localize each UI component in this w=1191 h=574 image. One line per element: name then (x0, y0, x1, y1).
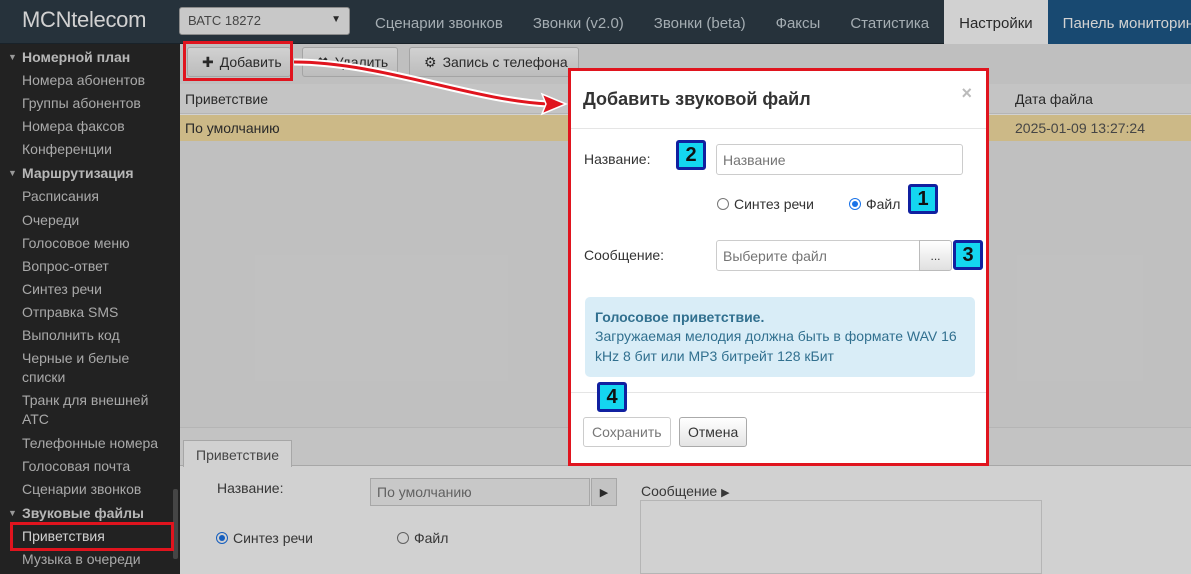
cancel-button[interactable]: Отмена (679, 417, 748, 447)
radio-file[interactable]: Файл (849, 196, 900, 212)
dialog-header-divider (571, 128, 986, 129)
radio-file-label: Файл (866, 196, 901, 212)
save-button[interactable]: Сохранить (583, 417, 671, 447)
info-alert: Голосовое приветствие. Загружаемая мелод… (585, 297, 975, 377)
radio-speech-synthesis-label: Синтез речи (734, 196, 814, 212)
step-marker-1: 1 (908, 184, 938, 214)
message-label: Сообщение: (584, 247, 665, 263)
name-input[interactable] (716, 144, 963, 175)
add-sound-file-dialog: Добавить звуковой файл × Название: Синте… (568, 68, 989, 466)
dialog-footer-divider (571, 392, 986, 393)
file-input[interactable] (716, 240, 920, 271)
browse-button[interactable]: ... (919, 240, 952, 271)
radio-icon (849, 198, 861, 210)
dialog-title: Добавить звуковой файл (583, 89, 811, 109)
info-title: Голосовое приветствие. (595, 309, 765, 325)
radio-icon (717, 198, 729, 210)
step-marker-4: 4 (597, 382, 627, 412)
info-text: Загружаемая мелодия должна быть в формат… (595, 328, 957, 364)
radio-speech-synthesis[interactable]: Синтез речи (717, 196, 814, 212)
step-marker-3: 3 (953, 240, 983, 270)
close-icon[interactable]: × (961, 83, 972, 104)
name-label: Название: (584, 151, 651, 167)
step-marker-2: 2 (676, 140, 706, 170)
